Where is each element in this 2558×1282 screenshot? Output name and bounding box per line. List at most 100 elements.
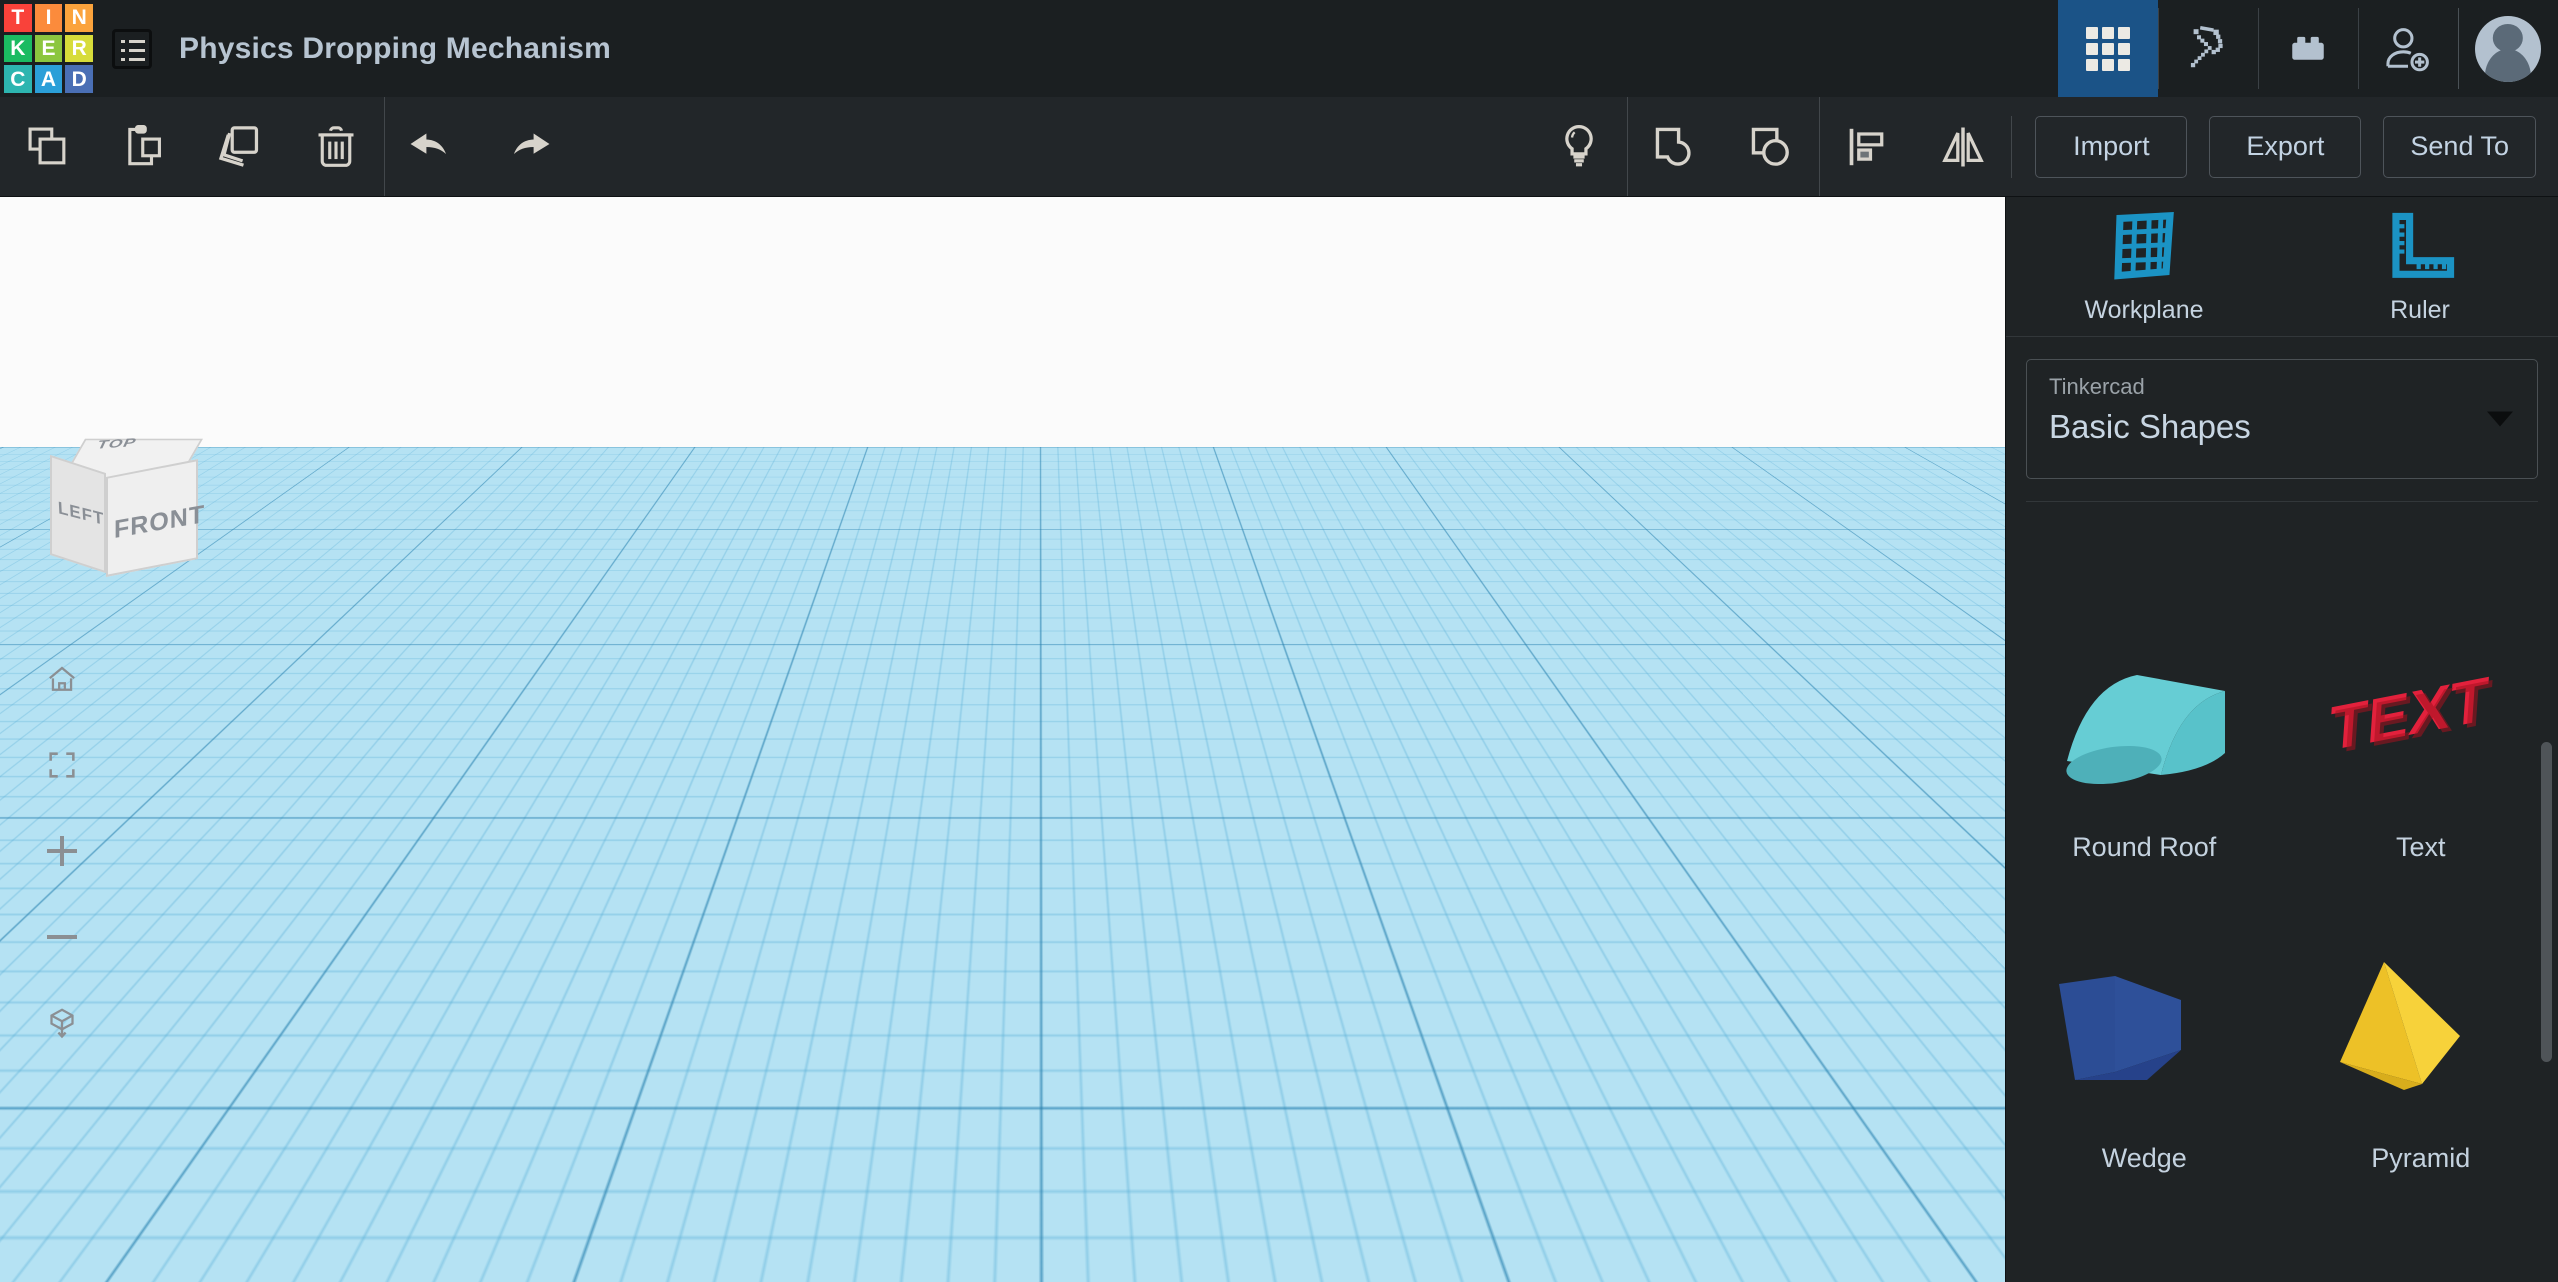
shape-item-round-roof[interactable]: Round Roof xyxy=(2006,597,2283,908)
group-shapes-icon xyxy=(1656,127,1691,166)
logo-tile: T xyxy=(4,4,32,32)
pyramid-thumbnail xyxy=(2306,954,2536,1129)
zoom-in-button[interactable] xyxy=(30,819,94,883)
avatar-image xyxy=(2475,15,2541,82)
export-button[interactable]: Export xyxy=(2209,115,2362,178)
add-person-icon[interactable] xyxy=(2358,0,2458,97)
svg-text:TEXT: TEXT xyxy=(2331,667,2494,768)
shape-name: Round Roof xyxy=(2072,832,2217,862)
cube-arrow-icon xyxy=(50,1008,74,1039)
lightbulb-icon xyxy=(1565,124,1594,166)
shape-item-text[interactable]: TEXT TEXT Text xyxy=(2283,597,2558,908)
ungroup-button[interactable] xyxy=(1723,97,1819,197)
workplane-tool[interactable]: Workplane xyxy=(2006,197,2282,336)
shape-item-hexagon[interactable] xyxy=(2283,1219,2558,1282)
add-person-glyph xyxy=(2386,27,2429,71)
notes-button[interactable] xyxy=(1531,97,1627,197)
grid-apps-glyph xyxy=(2086,26,2130,71)
logo-tile: A xyxy=(34,65,63,93)
trash-icon xyxy=(318,125,354,167)
logo-tile: K xyxy=(4,34,32,63)
workplane-label: Workplane xyxy=(2084,296,2204,324)
ruler-icon xyxy=(2392,212,2455,278)
3d-viewport[interactable]: TOP LEFT FRONT Air Edit Grid Snap Grid 1… xyxy=(0,197,2005,1282)
wedge-thumbnail xyxy=(2029,954,2259,1129)
logo-tile: C xyxy=(4,65,32,93)
library-source-label: Tinkercad xyxy=(2049,374,2145,399)
snap-grid-select[interactable]: 1.0 mm ▲ xyxy=(1802,1214,1967,1264)
ruler-tool[interactable]: Ruler xyxy=(2282,197,2558,336)
home-icon xyxy=(49,666,75,691)
chevron-up-icon: ▲ xyxy=(1934,1229,1951,1248)
shape-name: Pyramid xyxy=(2371,1143,2471,1173)
logo-tile: I xyxy=(34,4,63,32)
undo-button[interactable] xyxy=(384,97,480,197)
list-icon xyxy=(112,28,152,69)
redo-arrow-icon xyxy=(514,132,550,154)
ortho-perspective-toggle[interactable] xyxy=(30,991,94,1055)
3d-model[interactable]: Air xyxy=(730,702,1150,1122)
app-header: T I N K E R C A D Physics Dropping Mecha… xyxy=(0,0,2558,97)
send-to-button[interactable]: Send To xyxy=(2383,115,2536,178)
shape-item-pyramid[interactable]: Pyramid xyxy=(2283,908,2558,1219)
hexagon-prism-thumbnail xyxy=(2306,1265,2536,1282)
redo-button[interactable] xyxy=(480,97,576,197)
align-button[interactable] xyxy=(1819,97,1915,197)
shape-name: Wedge xyxy=(2101,1143,2187,1173)
design-menu-button[interactable] xyxy=(97,0,167,97)
shape-item-sphere[interactable] xyxy=(2006,1219,2283,1282)
edit-grid-button[interactable]: Edit Grid xyxy=(1813,1143,1967,1196)
collapse-panel-handle[interactable]: ❯ xyxy=(1977,692,2005,784)
snap-grid-row: Snap Grid 1.0 mm ▲ xyxy=(1668,1214,1967,1264)
paste-button[interactable] xyxy=(96,97,192,197)
ungroup-shapes-icon xyxy=(1752,127,1790,166)
logo-tile: R xyxy=(65,34,93,63)
align-icon xyxy=(1850,128,1884,165)
edit-toolbar: Import Export Send To xyxy=(0,97,2558,197)
snap-grid-value: 1.0 mm xyxy=(1824,1223,1919,1254)
mirror-button[interactable] xyxy=(1915,97,2011,197)
shape-name: Text xyxy=(2395,832,2446,862)
copy-button[interactable] xyxy=(0,97,96,197)
page-title[interactable]: Physics Dropping Mechanism xyxy=(167,0,611,97)
delete-button[interactable] xyxy=(288,97,384,197)
history-group xyxy=(384,97,576,196)
group-button[interactable] xyxy=(1627,97,1723,197)
workplane-icon xyxy=(2114,212,2174,280)
ruler-label: Ruler xyxy=(2390,296,2450,324)
shapes-sidebar: Workplane Ruler Tinkercad Basic Shapes R… xyxy=(2005,197,2558,1282)
lego-brick-icon[interactable] xyxy=(2258,0,2358,97)
align-mirror-group xyxy=(1819,97,2011,196)
sidebar-scrollbar[interactable] xyxy=(2541,742,2552,1062)
sphere-thumbnail xyxy=(2029,1265,2259,1282)
shape-library-select[interactable]: Tinkercad Basic Shapes xyxy=(2026,359,2538,479)
fit-brackets-icon xyxy=(49,752,75,778)
logo-tile: N xyxy=(65,4,93,32)
grid-apps-icon[interactable] xyxy=(2058,0,2158,97)
undo-arrow-icon xyxy=(410,132,446,154)
snap-grid-label: Snap Grid xyxy=(1667,1223,1785,1254)
avatar[interactable] xyxy=(2458,0,2558,97)
viewcube[interactable]: TOP LEFT FRONT xyxy=(36,422,221,597)
import-button[interactable]: Import xyxy=(2035,115,2188,178)
duplicate-button[interactable] xyxy=(192,97,288,197)
header-spacer xyxy=(611,0,2058,97)
workplane-grid[interactable] xyxy=(0,197,2005,447)
tinkercad-logo[interactable]: T I N K E R C A D xyxy=(0,0,97,97)
viewport-nav-buttons xyxy=(30,647,94,1077)
group-ungroup-group xyxy=(1627,97,1819,196)
fit-to-view-button[interactable] xyxy=(30,733,94,797)
logo-tile: E xyxy=(34,34,63,63)
sidebar-divider xyxy=(2026,501,2538,502)
home-view-button[interactable] xyxy=(30,647,94,711)
zoom-out-button[interactable] xyxy=(30,905,94,969)
mirror-flip-icon xyxy=(1942,127,1985,166)
round-roof-thumbnail xyxy=(2029,643,2259,818)
plus-icon xyxy=(47,836,77,866)
text-thumbnail: TEXT TEXT xyxy=(2306,643,2536,818)
tinkercad-app: T I N K E R C A D Physics Dropping Mecha… xyxy=(0,0,2558,1282)
file-actions-group: Import Export Send To xyxy=(2011,115,2558,178)
library-name-label: Basic Shapes xyxy=(2049,408,2251,445)
pickaxe-icon[interactable] xyxy=(2158,0,2258,97)
shape-item-wedge[interactable]: Wedge xyxy=(2006,908,2283,1219)
